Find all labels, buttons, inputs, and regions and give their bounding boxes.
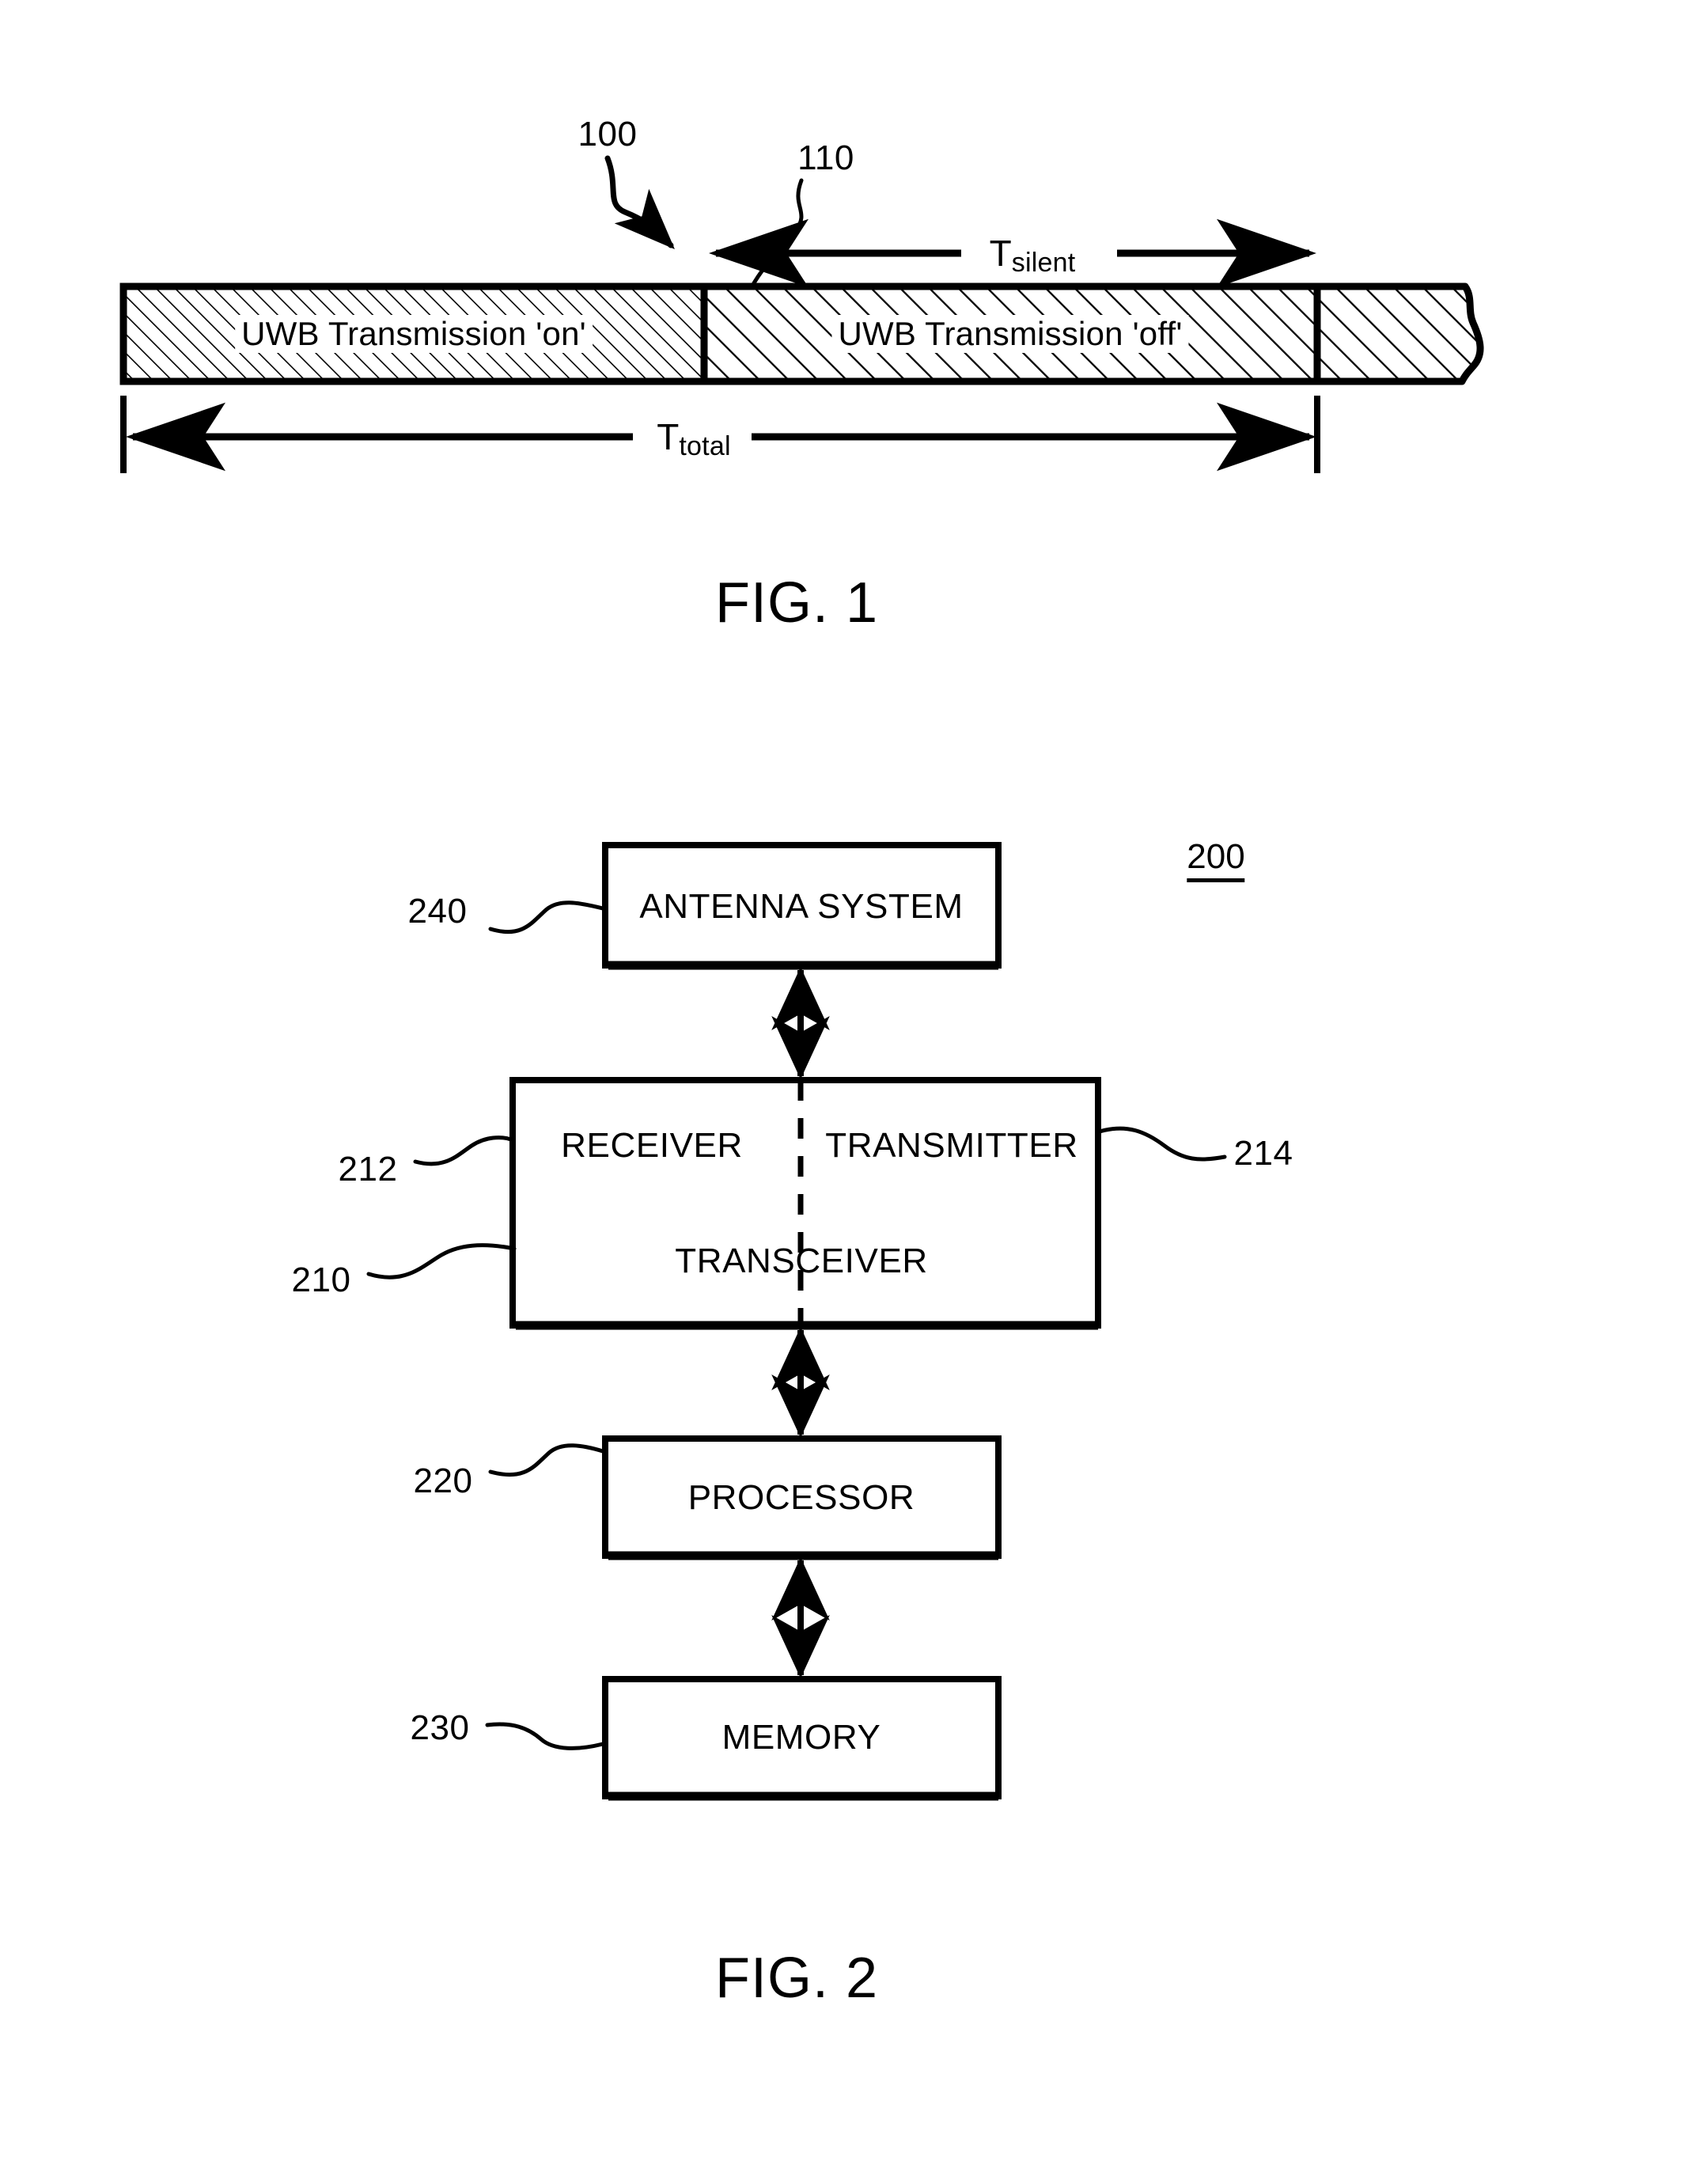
ref-numeral-214: 214 (1233, 1134, 1293, 1173)
ref-numeral-110: 110 (797, 138, 854, 177)
t-silent-label: Tsilent (981, 233, 1084, 277)
patent-drawing-sheet: 100 110 Tsilent UWB Transmission 'on' UW… (0, 0, 1708, 2180)
t-total-subscript: total (679, 431, 731, 462)
leader-220 (488, 1443, 605, 1477)
transceiver-label: TRANSCEIVER (675, 1242, 928, 1280)
memory-label: MEMORY (721, 1718, 881, 1757)
ref-numeral-230: 230 (410, 1708, 470, 1747)
ref-numeral-220: 220 (413, 1462, 473, 1500)
leader-210 (366, 1243, 517, 1280)
ref-numeral-100: 100 (578, 115, 638, 154)
figure-2-artwork (366, 842, 1227, 1801)
uwb-on-label: UWB Transmission 'on' (235, 315, 593, 353)
leader-110 (749, 178, 804, 290)
leader-100 (604, 155, 675, 249)
ref-numeral-210: 210 (291, 1261, 351, 1299)
processor-label: PROCESSOR (687, 1478, 915, 1517)
leader-230 (485, 1722, 605, 1750)
ref-numeral-240: 240 (407, 892, 468, 931)
antenna-system-label: ANTENNA SYSTEM (639, 887, 964, 926)
ref-numeral-212: 212 (338, 1150, 398, 1189)
transceiver-box (509, 1077, 1101, 1329)
leader-212 (413, 1135, 513, 1166)
assembly-number-200: 200 (1187, 840, 1245, 882)
uwb-off-label: UWB Transmission 'off' (831, 315, 1189, 353)
t-total-label: Ttotal (649, 416, 739, 461)
t-total-symbol: T (657, 416, 680, 457)
leader-214 (1097, 1126, 1227, 1162)
timeline-continuation-segment (1313, 282, 1484, 385)
figure-2-caption: FIG. 2 (714, 1947, 879, 2010)
receiver-label: RECEIVER (561, 1126, 743, 1165)
leader-240 (488, 900, 605, 935)
t-silent-subscript: silent (1011, 248, 1076, 279)
figure-1-caption: FIG. 1 (714, 571, 879, 635)
t-silent-symbol: T (989, 233, 1012, 274)
transmitter-label: TRANSMITTER (825, 1126, 1078, 1165)
